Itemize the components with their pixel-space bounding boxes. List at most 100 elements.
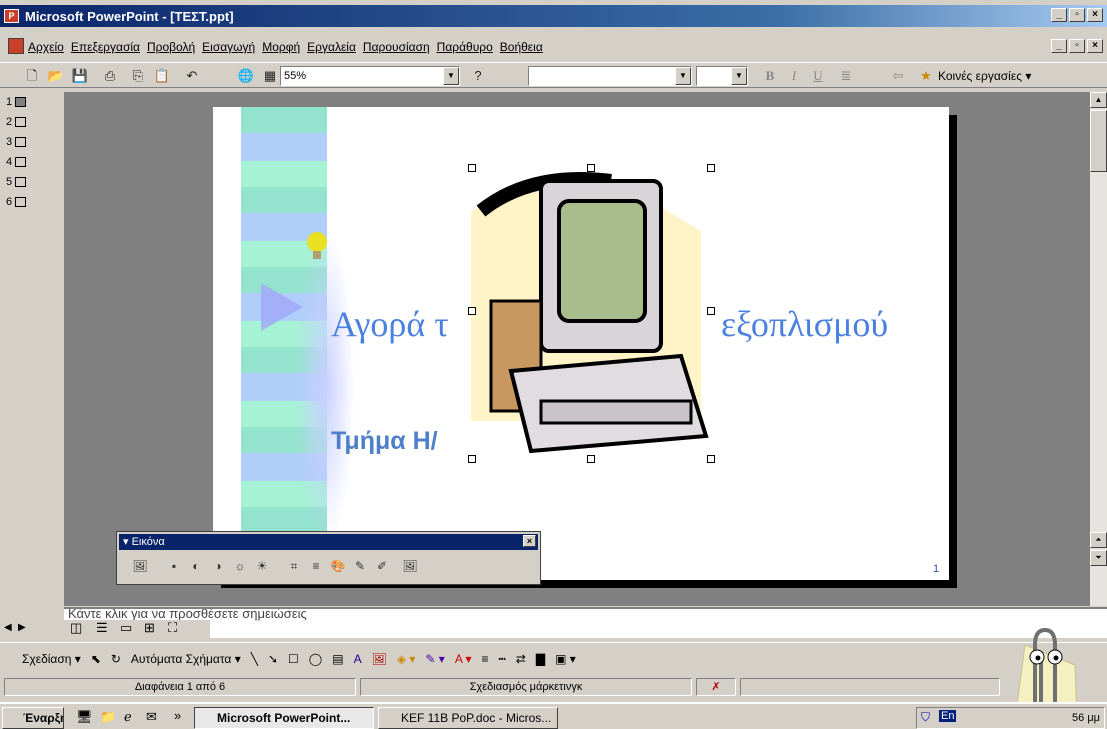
less-contrast-icon[interactable]: ◑ xyxy=(209,557,227,575)
resize-handle[interactable] xyxy=(587,164,595,172)
outline-view-icon[interactable]: ☰ xyxy=(96,620,108,636)
computer-clipart[interactable] xyxy=(471,171,711,461)
font-color-icon[interactable]: A ▾ xyxy=(455,652,472,666)
start-button[interactable]: Έναρξη xyxy=(2,707,64,729)
common-tasks-button[interactable]: Κοινές εργασίες ▾ xyxy=(938,69,1031,83)
menu-view[interactable]: Προβολή xyxy=(147,40,195,54)
picture-toolbar[interactable]: ▾ Εικόνα × 🖼 ▪ ◐ ◑ ☼ ☀ ⌗ ≡ 🎨 ✎ ✐ 🖼 xyxy=(116,531,541,585)
arrow-icon[interactable]: ➘ xyxy=(268,652,278,666)
wordart-icon[interactable]: A xyxy=(354,652,362,666)
chevron-down-icon[interactable]: ▼ xyxy=(731,67,747,85)
more-contrast-icon[interactable]: ◐ xyxy=(187,557,205,575)
close-button[interactable]: × xyxy=(1087,8,1103,22)
chevron-down-icon[interactable]: ▼ xyxy=(443,67,459,85)
line-style-icon[interactable]: ≡ xyxy=(482,652,489,666)
doc-close-button[interactable]: × xyxy=(1087,39,1103,53)
next-slide-icon[interactable]: ⏷ xyxy=(1090,550,1107,566)
scroll-right-icon[interactable]: ▶ xyxy=(18,622,26,633)
pencil-icon[interactable]: ✐ xyxy=(373,557,391,575)
slide-view-icon[interactable]: ▭ xyxy=(120,620,132,636)
spelling-icon[interactable]: ✗ xyxy=(696,678,736,696)
rectangle-icon[interactable]: ☐ xyxy=(288,652,299,666)
less-brightness-icon[interactable]: ☀ xyxy=(253,557,271,575)
table-icon[interactable]: ▦ xyxy=(260,67,280,85)
reset-picture-icon[interactable]: 🖼 xyxy=(401,557,419,575)
3d-icon[interactable]: ▣ ▾ xyxy=(555,652,576,666)
line-style-icon[interactable]: ≡ xyxy=(307,557,325,575)
zoom-combo[interactable]: 55% ▼ xyxy=(280,66,460,86)
slideshow-icon[interactable]: ⛶ xyxy=(168,620,177,636)
normal-view-icon[interactable]: ◫ xyxy=(70,620,82,636)
textbox-icon[interactable]: ▤ xyxy=(332,652,343,666)
more-brightness-icon[interactable]: ☼ xyxy=(231,557,249,575)
notes-pane[interactable]: Κάντε κλικ για να προσθέσετε σημειώσεις xyxy=(64,607,1107,638)
resize-handle[interactable] xyxy=(707,164,715,172)
outline-slide-1[interactable]: 1 xyxy=(6,96,27,108)
menu-help[interactable]: Βοήθεια xyxy=(500,40,543,54)
font-size-combo[interactable]: ▼ xyxy=(696,66,748,86)
outline-slide-2[interactable]: 2 xyxy=(6,116,27,128)
copy-icon[interactable]: ⎘ xyxy=(128,67,148,85)
picture-toolbar-title[interactable]: ▾ Εικόνα × xyxy=(119,534,538,550)
menu-tools[interactable]: Εργαλεία xyxy=(307,40,356,54)
print-icon[interactable]: ⎙ xyxy=(100,67,120,85)
minimize-button[interactable]: _ xyxy=(1051,8,1067,22)
hyperlink-icon[interactable]: 🌐 xyxy=(236,67,256,85)
italic-button[interactable]: I xyxy=(784,67,804,85)
outline-slide-4[interactable]: 4 xyxy=(6,156,27,168)
menu-slideshow[interactable]: Παρουσίαση xyxy=(363,40,430,54)
line-color-icon[interactable]: ✎ ▾ xyxy=(425,652,444,666)
outline-slide-6[interactable]: 6 xyxy=(6,196,27,208)
menu-file[interactable]: Αρχείο xyxy=(28,40,64,54)
menu-insert[interactable]: Εισαγωγή xyxy=(202,40,255,54)
resize-handle[interactable] xyxy=(587,455,595,463)
taskbar-word[interactable]: KEF 11B PoP.doc - Micros... xyxy=(378,707,558,729)
bold-button[interactable]: B xyxy=(760,67,780,85)
resize-handle[interactable] xyxy=(707,455,715,463)
close-icon[interactable]: × xyxy=(523,535,536,547)
menu-edit[interactable]: Επεξεργασία xyxy=(71,40,140,54)
image-control-icon[interactable]: ▪ xyxy=(165,557,183,575)
chevron-down-icon[interactable]: ▼ xyxy=(675,67,691,85)
fill-color-icon[interactable]: ◈ ▾ xyxy=(397,652,416,666)
scroll-left-icon[interactable]: ◀ xyxy=(4,622,12,633)
shadow-icon[interactable]: ▇ xyxy=(536,652,545,666)
resize-handle[interactable] xyxy=(468,455,476,463)
outline-slide-3[interactable]: 3 xyxy=(6,136,27,148)
resize-handle[interactable] xyxy=(707,307,715,315)
arrow-style-icon[interactable]: ⇄ xyxy=(516,652,526,666)
tasks-icon[interactable]: ★ xyxy=(916,67,936,85)
set-transparent-color-icon[interactable]: ✎ xyxy=(351,557,369,575)
font-combo[interactable]: ▼ xyxy=(528,66,692,86)
taskbar-powerpoint[interactable]: Microsoft PowerPoint... xyxy=(194,707,374,729)
insert-picture-icon[interactable]: 🖼 xyxy=(131,557,149,575)
resize-handle[interactable] xyxy=(468,307,476,315)
doc-minimize-button[interactable]: _ xyxy=(1051,39,1067,53)
outlook-icon[interactable]: ✉ xyxy=(146,709,157,725)
resize-handle[interactable] xyxy=(468,164,476,172)
menu-window[interactable]: Παράθυρο xyxy=(437,40,493,54)
draw-menu[interactable]: Σχεδίαση ▾ xyxy=(22,652,81,666)
vertical-scrollbar[interactable]: ▲ ⏶ ⏷ xyxy=(1090,92,1107,606)
scroll-up-icon[interactable]: ▲ xyxy=(1090,92,1107,108)
crop-icon[interactable]: ⌗ xyxy=(285,557,303,575)
help-icon[interactable]: ? xyxy=(468,67,488,85)
dash-style-icon[interactable]: ┅ xyxy=(499,652,506,666)
open-icon[interactable]: 📂 xyxy=(46,67,66,85)
autoshapes-menu[interactable]: Αυτόματα Σχήματα ▾ xyxy=(131,652,241,666)
clipart-icon[interactable]: 🖼 xyxy=(372,652,387,666)
select-arrow-icon[interactable]: ⬉ xyxy=(91,652,101,666)
prev-slide-icon[interactable]: ⏶ xyxy=(1090,532,1107,548)
doc-restore-button[interactable]: ▫ xyxy=(1069,39,1085,53)
free-rotate-icon[interactable]: ↻ xyxy=(111,652,121,666)
format-picture-icon[interactable]: 🎨 xyxy=(329,557,347,575)
save-icon[interactable]: 💾 xyxy=(70,67,90,85)
bullets-icon[interactable]: ≣ xyxy=(836,67,856,85)
explorer-icon[interactable]: 📁 xyxy=(100,709,116,725)
ie-icon[interactable]: ℯ xyxy=(124,709,132,725)
underline-button[interactable]: U xyxy=(808,67,828,85)
promote-icon[interactable]: ⇦ xyxy=(888,67,908,85)
outline-slide-5[interactable]: 5 xyxy=(6,176,27,188)
paste-icon[interactable]: 📋 xyxy=(152,67,172,85)
undo-icon[interactable]: ↶ xyxy=(182,67,202,85)
